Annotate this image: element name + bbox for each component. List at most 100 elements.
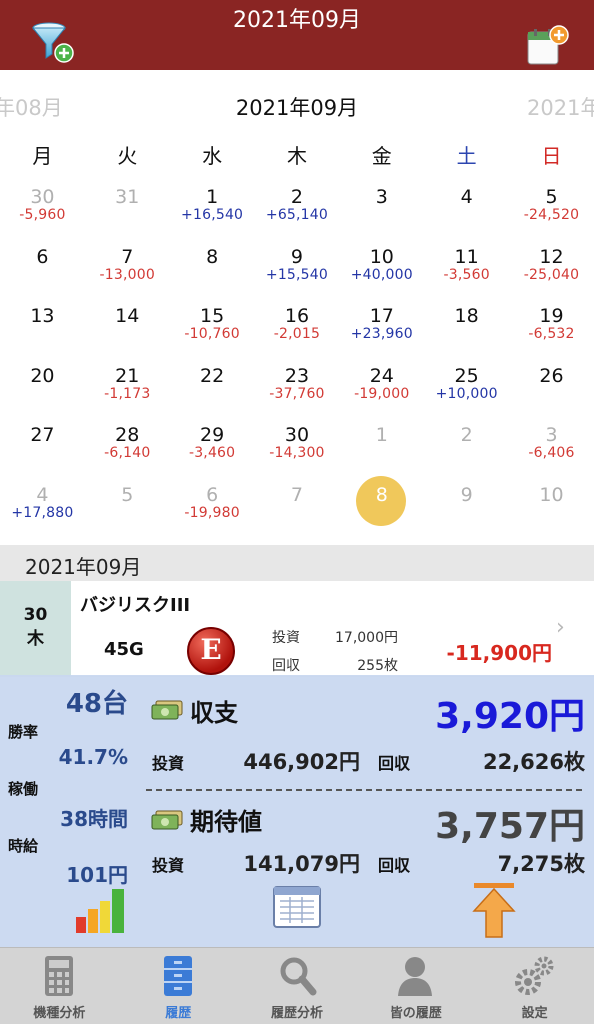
next-month-label[interactable]: 2021年 [527,92,594,122]
bar-chart-icon[interactable] [72,883,130,935]
balance-invest-value: 446,902円 [243,750,360,774]
calendar-add-button[interactable] [526,24,570,68]
magnifier-icon [280,957,317,996]
row-date-weekday: 木 [27,629,44,649]
calendar-day[interactable]: 29 -3,460 [170,420,255,480]
weekday-fri: 金 [371,144,392,168]
tab-label: 履歴分析 [270,1006,323,1021]
calendar-day[interactable]: 21 -1,173 [85,361,170,421]
calendar-day[interactable]: 25 +10,000 [424,361,509,421]
balance-return-value: 22,626枚 [482,750,585,774]
calendar-plus-icon [527,25,569,65]
summary-panel: 48台 勝率 41.7% 稼働 38時間 時給 101円 収支 3,920円 投… [0,675,594,947]
row-date-day: 30 [23,605,48,625]
balance-amount: 3,920円 [435,696,585,737]
calendar-day[interactable]: 7 [255,480,340,540]
filter-add-button[interactable] [30,22,76,66]
calendar-day[interactable]: 24 -19,000 [339,361,424,421]
calendar-day[interactable]: 2 +65,140 [255,182,340,242]
tab-label: 設定 [521,1006,548,1021]
day-amount: +23,960 [350,326,413,342]
day-number: 6 [36,245,49,268]
day-number: 2 [460,424,473,446]
calendar-day[interactable]: 15 -10,760 [170,301,255,361]
day-amount: +15,540 [265,266,329,283]
tab-settings[interactable]: 設定 [475,948,594,1024]
calendar-day-today[interactable]: 8 [339,475,424,540]
tab-label: 履歴 [165,1006,192,1021]
weekday-tue: 火 [117,144,138,168]
weekday-sun: 日 [541,144,562,168]
day-number: 31 [115,186,140,208]
day-amount: -24,520 [523,207,580,223]
expected-return-value: 7,275枚 [497,852,585,876]
day-amount: -37,760 [269,385,325,402]
hourly-label: 時給 [8,837,39,855]
calendar-grid: 30 -5,960 31 1 +16,540 2 +65,140 3 4 5 -24,520 6 7 -1… [0,182,594,539]
calendar-day[interactable]: 22 [170,361,255,421]
month-navigator: 年08月 2021年09月 2021年 [0,88,594,124]
calendar-day[interactable]: 16 -2,015 [255,301,340,361]
calendar-day[interactable]: 20 [0,361,85,421]
day-amount: -10,760 [184,326,240,342]
history-month-label: 2021年09月 [25,555,142,579]
calendar-day[interactable]: 19 -6,532 [509,301,594,361]
calendar-table-icon[interactable] [272,885,322,929]
calendar-day[interactable]: 26 [509,361,594,421]
calendar-day[interactable]: 13 [0,301,85,361]
calendar-day[interactable]: 1 +16,540 [170,182,255,242]
calendar-day[interactable]: 17 +23,960 [339,301,424,361]
calendar-day[interactable]: 1 [339,420,424,480]
day-amount: -3,560 [443,266,490,283]
calendar-day[interactable]: 30 -5,960 [0,182,85,242]
calendar-day[interactable]: 31 [85,182,170,242]
calendar-day[interactable]: 4 [424,182,509,242]
calendar-day[interactable]: 9 +15,540 [255,242,340,302]
calendar-day[interactable]: 30 -14,300 [255,420,340,480]
day-number: 8 [206,245,219,268]
calendar-day[interactable]: 27 [0,420,85,480]
calendar-day[interactable]: 18 [424,301,509,361]
tab-machine-analysis[interactable]: 機種分析 [0,948,119,1024]
calendar-day[interactable]: 6 [0,242,85,302]
calendar-day[interactable]: 4 +17,880 [0,480,85,540]
calendar-day[interactable]: 5 -24,520 [509,182,594,242]
history-row[interactable]: 30 木 バジリスクIII 45G E 投資 17,000円 回収 255枚 -… [0,581,594,677]
day-number: 20 [30,364,55,387]
calendar-day[interactable]: 12 -25,040 [509,242,594,302]
calendar-day[interactable]: 5 [85,480,170,540]
calendar-day[interactable]: 14 [85,301,170,361]
money-icon [151,700,183,720]
calendar-day[interactable]: 9 [424,480,509,540]
scroll-to-top-icon[interactable] [470,881,518,939]
weekday-header: 月 火 水 木 金 土 日 [0,140,594,170]
day-amount: -13,000 [99,266,155,283]
balance-title: 収支 [190,699,238,727]
calendar-day[interactable]: 23 -37,760 [255,361,340,421]
calendar-day[interactable]: 10 [509,480,594,540]
tab-history[interactable]: 履歴 [119,948,238,1024]
calendar-day[interactable]: 2 [424,420,509,480]
tab-history-analysis[interactable]: 履歴分析 [238,948,357,1024]
day-amount: -6,532 [528,326,575,342]
calendar-day[interactable]: 7 -13,000 [85,242,170,302]
tab-everyone-history[interactable]: 皆の履歴 [356,948,475,1024]
expected-invest-label: 投資 [152,856,185,875]
calendar-day[interactable]: 8 [170,242,255,302]
calendar-day[interactable]: 3 -6,406 [509,420,594,480]
day-number: 18 [454,305,479,327]
day-number: 22 [200,364,225,387]
calendar-day[interactable]: 6 -19,980 [170,480,255,540]
calendar-day[interactable]: 3 [339,182,424,242]
day-number: 27 [30,424,55,446]
operation-label: 稼働 [8,780,39,798]
chevron-right-icon: › [556,615,565,640]
day-amount: -25,040 [523,266,580,283]
calendar-day[interactable]: 10 +40,000 [339,242,424,302]
calendar-day[interactable]: 28 -6,140 [85,420,170,480]
calendar-day[interactable]: 11 -3,560 [424,242,509,302]
day-amount: +17,880 [11,504,74,521]
day-amount: +65,140 [265,207,329,223]
weekday-thu: 木 [286,144,307,168]
day-number: 26 [539,364,564,387]
